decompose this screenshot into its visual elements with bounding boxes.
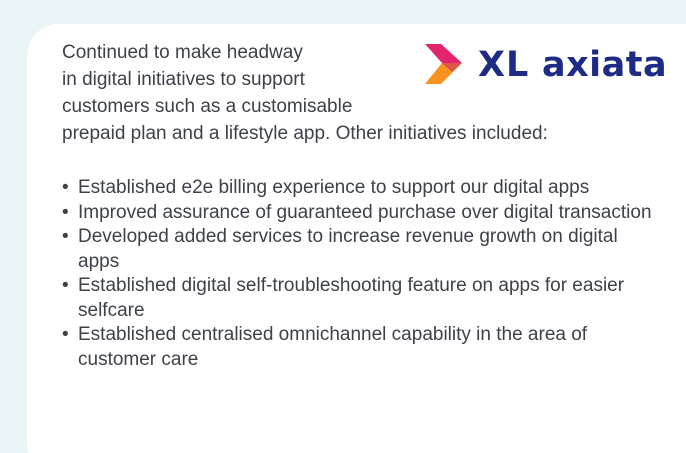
initiatives-list: • Established e2e billing experience to … — [62, 176, 662, 372]
bullet-icon: • — [62, 226, 69, 247]
list-item: • Established centralised omnichannel ca… — [62, 323, 662, 372]
list-item-text: Developed added services to increase rev… — [78, 226, 618, 272]
intro-line-3: customers such as a customisable — [62, 96, 353, 117]
bullet-icon: • — [62, 177, 69, 198]
bullet-icon: • — [62, 324, 69, 345]
bullet-icon: • — [62, 275, 69, 296]
page: Continued to make headway in digital ini… — [0, 0, 686, 453]
xl-axiata-logo: XL axiata — [422, 42, 667, 88]
list-item-text: Improved assurance of guaranteed purchas… — [78, 201, 652, 223]
list-item-text: Established digital self-troubleshooting… — [78, 275, 625, 321]
logo-wordmark: XL axiata — [478, 45, 668, 85]
list-item: • Established e2e billing experience to … — [62, 176, 662, 201]
intro-line-4: prepaid plan and a lifestyle app. Other … — [62, 123, 548, 144]
list-item: • Improved assurance of guaranteed purch… — [62, 201, 662, 226]
list-item-text: Established centralised omnichannel capa… — [78, 324, 588, 370]
list-item: • Developed added services to increase r… — [62, 225, 662, 274]
xl-axiata-chevron-logo-icon — [425, 44, 462, 84]
list-item: • Established digital self-troubleshooti… — [62, 274, 662, 323]
bullet-icon: • — [62, 201, 69, 223]
list-item-text: Established e2e billing experience to su… — [78, 177, 590, 198]
